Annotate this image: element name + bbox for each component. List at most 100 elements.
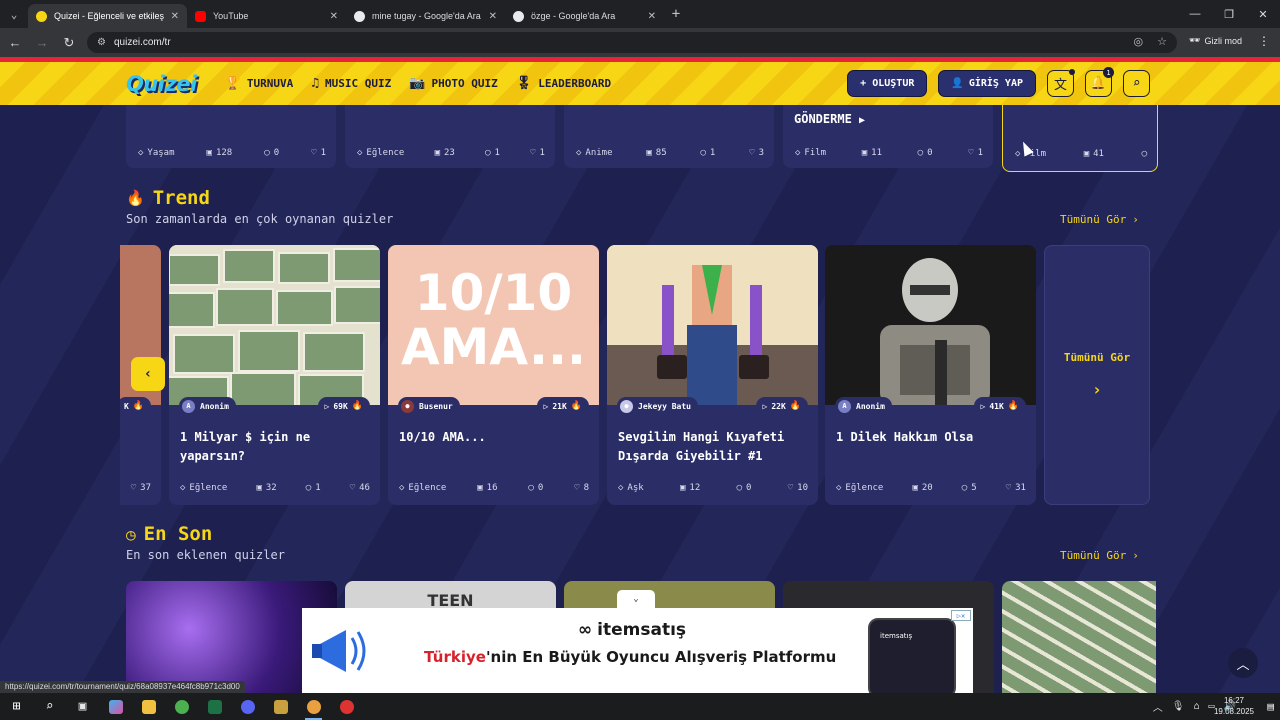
comment-count: ◯ 0 bbox=[264, 148, 280, 158]
tag-icon: ◇ bbox=[795, 148, 801, 158]
carousel-prev-button[interactable]: ‹ bbox=[131, 357, 165, 391]
incognito-indicator[interactable]: 🕶 Gizli mod bbox=[1189, 35, 1242, 46]
tab-google-search-2[interactable]: özge - Google'da Ara ✕ bbox=[505, 4, 664, 28]
translate-icon: 文 bbox=[1053, 78, 1067, 93]
category: ◇ Film bbox=[795, 148, 827, 158]
minimize-icon[interactable]: — bbox=[1178, 0, 1212, 28]
tab-youtube[interactable]: YouTube ✕ bbox=[187, 4, 346, 28]
nav-photo-quiz[interactable]: 📷 PHOTO QUIZ bbox=[409, 76, 497, 91]
comment-count: ◯ 0 bbox=[528, 483, 544, 493]
comment-count: ◯ 0 bbox=[917, 148, 933, 158]
file-explorer-icon[interactable] bbox=[132, 693, 165, 720]
quiz-meta: ● Jekeyy Batu ▷ 22K 🔥 bbox=[617, 397, 808, 415]
ad-choices-icon[interactable]: ▷✕ bbox=[951, 610, 971, 621]
create-button[interactable]: + OLUŞTUR bbox=[847, 70, 928, 97]
app-icon[interactable] bbox=[264, 693, 297, 720]
discord-icon[interactable] bbox=[231, 693, 264, 720]
trend-see-all-link[interactable]: Tümünü Gör › bbox=[1060, 213, 1139, 226]
tag-icon: ◇ bbox=[618, 483, 624, 493]
bookmark-star-icon[interactable]: ☆ bbox=[1157, 35, 1167, 48]
notifications-button[interactable]: 🔔 1 bbox=[1085, 67, 1114, 97]
chrome-active-icon[interactable] bbox=[297, 693, 330, 720]
task-view-icon[interactable]: ▣ bbox=[66, 693, 99, 720]
like-count: ♡ 46 bbox=[349, 483, 370, 493]
nav-music-quiz[interactable]: ♫ MUSIC QUIZ bbox=[311, 76, 391, 91]
copilot-icon[interactable] bbox=[99, 693, 132, 720]
notification-center-icon[interactable]: ▤ bbox=[1267, 700, 1274, 713]
search-button[interactable]: ⌕ bbox=[1123, 70, 1150, 97]
start-windows-icon[interactable]: ⊞ bbox=[0, 693, 33, 720]
question-count: ▣ 20 bbox=[912, 483, 933, 493]
language-button[interactable]: 文 bbox=[1047, 69, 1075, 97]
scroll-to-top-button[interactable]: ︿ bbox=[1228, 648, 1258, 678]
eye-off-icon[interactable]: ◎ bbox=[1134, 35, 1144, 48]
play-icon: ▷ bbox=[980, 401, 986, 411]
quiz-title[interactable]: 1 Dilek Hakkım Olsa bbox=[836, 428, 1026, 447]
card-title-partial: GÖNDERME ▶ bbox=[794, 112, 866, 126]
nav-label: PHOTO QUIZ bbox=[431, 77, 498, 90]
quiz-card[interactable]: A Anonim ▷ 69K 🔥 1 Milyar $ için ne yaparsı… bbox=[169, 245, 380, 505]
close-window-icon[interactable]: ✕ bbox=[1246, 0, 1280, 28]
recording-app-icon[interactable] bbox=[330, 693, 363, 720]
music-note-icon: ♫ bbox=[311, 76, 320, 91]
tray-chevron-up-icon[interactable]: ︿ bbox=[1153, 699, 1163, 714]
quizei-favicon-icon bbox=[36, 10, 47, 22]
address-bar[interactable]: ⚙ quizei.com/tr ◎ ☆ bbox=[87, 32, 1177, 53]
quiz-title[interactable]: 10/10 AMA... bbox=[399, 428, 589, 447]
tab-search-icon[interactable]: ⌄ bbox=[0, 0, 28, 28]
site-logo[interactable]: Quizei bbox=[126, 72, 197, 96]
play-count: ▷ 22K 🔥 bbox=[755, 397, 808, 415]
nav-turnuva[interactable]: 🏆 TURNUVA bbox=[225, 76, 294, 91]
quiz-title[interactable]: Sevgilim Hangi Kıyafeti Dışarda Giyebili… bbox=[618, 428, 808, 466]
like-count: ♡ 1 bbox=[530, 148, 545, 158]
quiz-card[interactable]: ◇ Anime ▣ 85 ◯ 1 ♡ 3 bbox=[564, 105, 774, 168]
quiz-card[interactable]: GÖNDERME ▶ ◇ Film ▣ 11 ◯ 0 ♡ 1 bbox=[783, 105, 993, 168]
comment-count: ◯ 0 bbox=[736, 483, 752, 493]
quiz-meta: K 🔥 bbox=[120, 397, 151, 415]
ad-collapse-button[interactable]: ⌄ bbox=[617, 590, 655, 608]
card-stats: ◇ Yaşam ▣ 128 ◯ 0 ♡ 1 bbox=[138, 148, 326, 158]
category: ◇ Yaşam bbox=[138, 148, 175, 158]
reload-icon[interactable]: ↻ bbox=[57, 31, 81, 55]
search-icon[interactable]: ⌕ bbox=[33, 693, 66, 720]
recent-see-all-link[interactable]: Tümünü Gör › bbox=[1060, 549, 1139, 562]
taskbar-clock[interactable]: 16:27 19.08.2025 bbox=[1214, 695, 1254, 717]
tab-quizei[interactable]: Quizei - Eğlenceli ve etkileşimli ✕ bbox=[28, 4, 187, 28]
author-badge: ● Jekeyy Batu bbox=[617, 397, 698, 415]
close-tab-icon[interactable]: ✕ bbox=[330, 11, 338, 22]
login-button[interactable]: 👤 GİRİŞ YAP bbox=[938, 70, 1036, 97]
category: ◇ Eğlence bbox=[399, 483, 447, 493]
forward-icon[interactable]: → bbox=[30, 31, 54, 55]
quiz-card[interactable]: 10/10 AMA... ● Busenur ▷ 21K 🔥 10/10 AMA...… bbox=[388, 245, 599, 505]
close-tab-icon[interactable]: ✕ bbox=[489, 11, 497, 22]
quiz-card[interactable]: ◇ Eğlence ▣ 23 ◯ 1 ♡ 1 bbox=[345, 105, 555, 168]
link-status-url: https://quizei.com/tr/tournament/quiz/68… bbox=[0, 681, 245, 693]
quiz-card-hovered[interactable]: ◇ Film ▣ 41 ◯ bbox=[1002, 105, 1158, 172]
chrome-icon[interactable] bbox=[165, 693, 198, 720]
question-count: ▣ 85 bbox=[646, 148, 667, 158]
quiz-title[interactable]: 1 Milyar $ için ne yaparsın? bbox=[180, 428, 370, 466]
restore-icon[interactable]: ❐ bbox=[1212, 0, 1246, 28]
quiz-card[interactable]: ◇ Yaşam ▣ 128 ◯ 0 ♡ 1 bbox=[126, 105, 336, 168]
tab-google-search-1[interactable]: mine tugay - Google'da Ara ✕ bbox=[346, 4, 505, 28]
nav-leaderboard[interactable]: 🎖 LEADERBOARD bbox=[516, 76, 611, 91]
new-tab-icon[interactable]: + bbox=[664, 6, 688, 22]
trend-carousel: K 🔥 ♡ 37 A Anonim ▷ 69K 🔥 1 Milyar $ içi… bbox=[120, 245, 1160, 505]
back-icon[interactable]: ← bbox=[3, 31, 27, 55]
ad-banner[interactable]: ∞ itemsatış Türkiye'nin En Büyük Oyuncu … bbox=[302, 608, 973, 693]
url-text: quizei.com/tr bbox=[113, 37, 171, 48]
site-info-icon[interactable]: ⚙ bbox=[97, 37, 106, 48]
close-tab-icon[interactable]: ✕ bbox=[171, 11, 179, 22]
recent-quiz-card[interactable] bbox=[1002, 581, 1156, 693]
quiz-card[interactable]: A Anonim ▷ 41K 🔥 1 Dilek Hakkım Olsa ◇ Eğlen… bbox=[825, 245, 1036, 505]
close-tab-icon[interactable]: ✕ bbox=[648, 11, 656, 22]
network-icon[interactable]: ⌂ bbox=[1193, 701, 1199, 712]
trend-see-all-card[interactable]: Tümünü Gör › bbox=[1044, 245, 1150, 505]
excel-icon[interactable] bbox=[198, 693, 231, 720]
quiz-card[interactable]: ● Jekeyy Batu ▷ 22K 🔥 Sevgilim Hangi Kıyafe… bbox=[607, 245, 818, 505]
tab-title: mine tugay - Google'da Ara bbox=[372, 11, 481, 21]
microphone-icon[interactable]: 🎙 bbox=[1172, 701, 1185, 712]
browser-menu-icon[interactable]: ⋮ bbox=[1258, 34, 1270, 48]
chevron-right-icon: › bbox=[1092, 380, 1102, 399]
tag-icon: ◇ bbox=[1015, 149, 1021, 159]
